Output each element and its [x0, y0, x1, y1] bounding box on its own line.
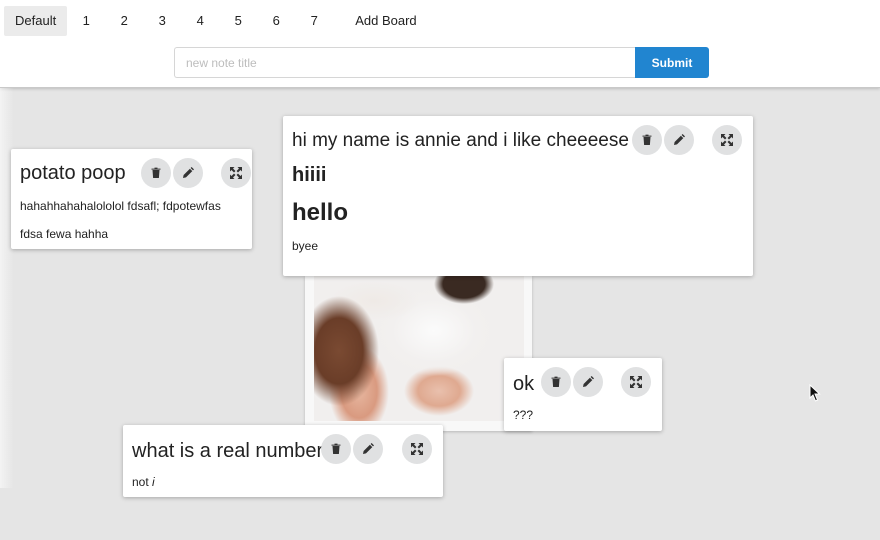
new-note-form: Submit — [174, 47, 709, 78]
pencil-icon — [674, 134, 685, 145]
add-board-button[interactable]: Add Board — [343, 6, 428, 36]
trash-icon — [151, 167, 161, 178]
pencil-icon — [583, 376, 594, 387]
pencil-icon — [183, 167, 194, 178]
delete-note-button[interactable] — [632, 125, 662, 155]
edit-note-button[interactable] — [173, 158, 203, 188]
delete-note-button[interactable] — [321, 434, 351, 464]
tab-7[interactable]: 7 — [295, 6, 333, 36]
expand-note-button[interactable] — [621, 367, 651, 397]
note-annie[interactable]: hi my name is annie and i like cheeeese … — [283, 116, 753, 276]
top-bar: Default 1 2 3 4 5 6 7 Add Board Submit — [0, 0, 880, 88]
image-note[interactable] — [305, 276, 532, 431]
edit-note-button[interactable] — [664, 125, 694, 155]
expand-icon — [411, 443, 423, 455]
note-body: not i — [132, 475, 155, 489]
delete-note-button[interactable] — [541, 367, 571, 397]
note-text: byee — [292, 239, 319, 253]
note-heading-large: hello — [292, 199, 349, 226]
note-text: ??? — [513, 408, 534, 422]
tab-4[interactable]: 4 — [181, 6, 219, 36]
pencil-icon — [363, 443, 374, 454]
expand-icon — [630, 376, 642, 388]
note-text-italic: i — [152, 475, 155, 489]
expand-icon — [721, 134, 733, 146]
trash-icon — [642, 134, 652, 145]
expand-note-button[interactable] — [221, 158, 251, 188]
note-body: hiiii hello byee — [292, 164, 348, 253]
mouse-cursor-icon — [809, 384, 821, 402]
trash-icon — [551, 376, 561, 387]
delete-note-button[interactable] — [141, 158, 171, 188]
note-ok[interactable]: ok ??? — [504, 358, 662, 431]
kitten-image — [314, 276, 524, 421]
note-text-plain: not — [132, 475, 149, 489]
tab-6[interactable]: 6 — [257, 6, 295, 36]
edit-note-button[interactable] — [353, 434, 383, 464]
tab-1[interactable]: 1 — [67, 6, 105, 36]
note-potato-poop[interactable]: potato poop hahahhahahalololol fdsafl; f… — [11, 149, 252, 249]
expand-note-button[interactable] — [712, 125, 742, 155]
note-title: hi my name is annie and i like cheeeese — [292, 130, 629, 151]
tab-5[interactable]: 5 — [219, 6, 257, 36]
expand-note-button[interactable] — [402, 434, 432, 464]
tab-default[interactable]: Default — [4, 6, 68, 36]
note-heading-small: hiiii — [292, 164, 327, 186]
note-body: hahahhahahalololol fdsafl; fdpotewfas fd… — [20, 199, 221, 241]
trash-icon — [331, 443, 341, 454]
note-title: potato poop — [20, 162, 126, 184]
note-text-line: fdsa fewa hahha — [20, 227, 109, 241]
note-body: ??? — [513, 408, 533, 422]
submit-button[interactable]: Submit — [635, 47, 709, 78]
edit-note-button[interactable] — [573, 367, 603, 397]
board-tabs: Default 1 2 3 4 5 6 7 Add Board — [4, 6, 429, 36]
expand-icon — [230, 167, 242, 179]
note-title: what is a real number — [132, 440, 324, 462]
tab-2[interactable]: 2 — [105, 6, 143, 36]
note-text-line: hahahhahahalololol fdsafl; fdpotewfas — [20, 199, 221, 213]
note-real-number[interactable]: what is a real number not i — [123, 425, 443, 497]
note-title-input[interactable] — [174, 47, 635, 78]
note-text: not i — [132, 475, 155, 489]
board-edge-shade — [0, 88, 14, 488]
tab-3[interactable]: 3 — [143, 6, 181, 36]
note-title: ok — [513, 373, 535, 395]
